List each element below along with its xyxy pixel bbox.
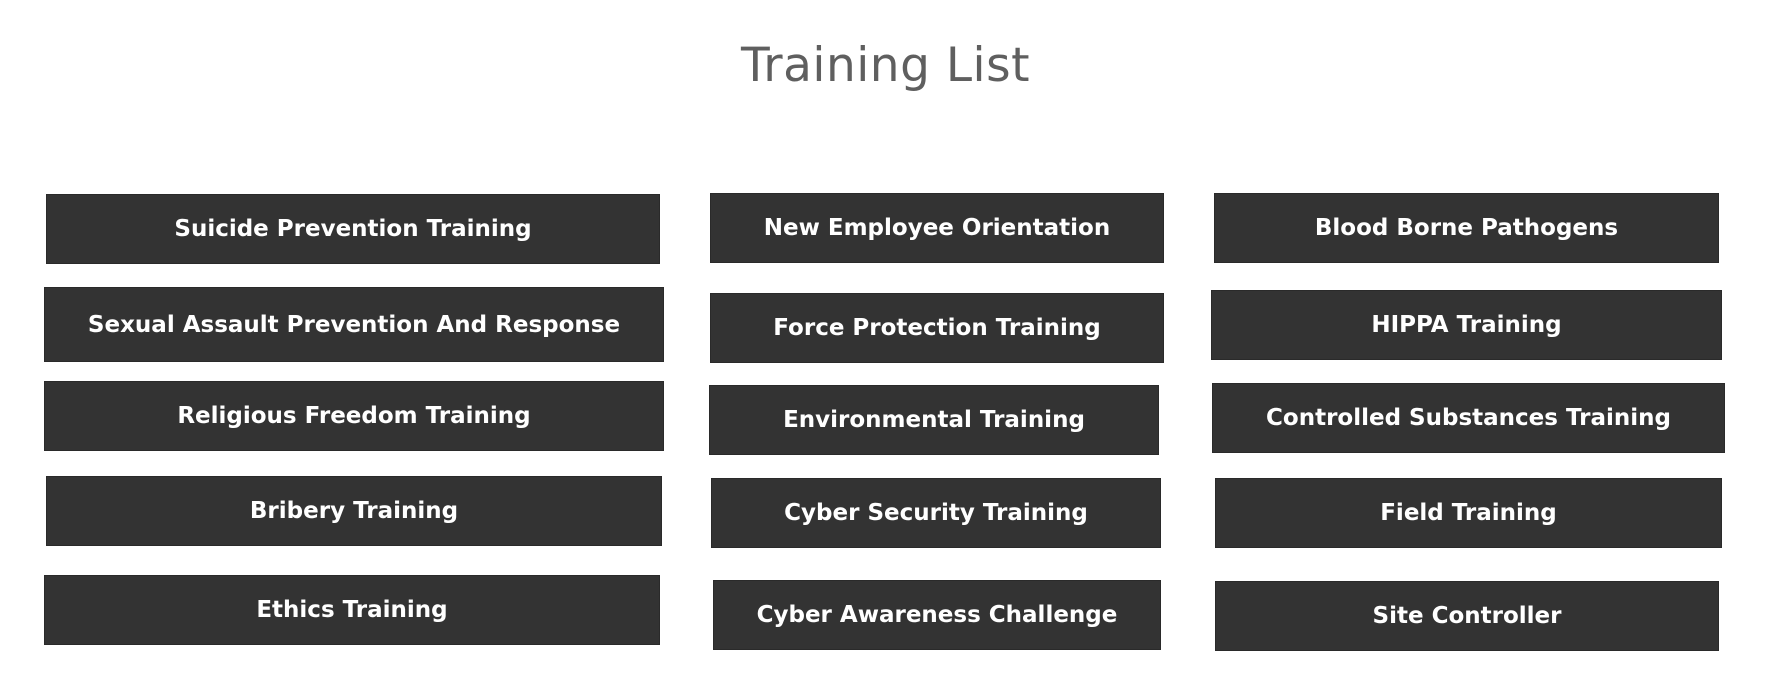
force-protection-training-button[interactable]: Force Protection Training — [711, 294, 1163, 362]
page-title: Training List — [740, 38, 1031, 93]
button-label: Environmental Training — [783, 407, 1085, 433]
religious-freedom-training-button[interactable]: Religious Freedom Training — [45, 382, 663, 450]
hippa-training-button[interactable]: HIPPA Training — [1212, 291, 1721, 359]
button-label: Cyber Security Training — [784, 500, 1088, 526]
site-controller-button[interactable]: Site Controller — [1216, 582, 1718, 650]
button-label: Cyber Awareness Challenge — [756, 602, 1118, 628]
button-label: Force Protection Training — [773, 315, 1101, 341]
cyber-security-training-button[interactable]: Cyber Security Training — [712, 479, 1160, 547]
button-label: New Employee Orientation — [763, 215, 1111, 241]
button-label: Field Training — [1380, 500, 1557, 526]
cyber-awareness-challenge-button[interactable]: Cyber Awareness Challenge — [714, 581, 1160, 649]
button-label: Ethics Training — [256, 597, 448, 623]
sexual-assault-prevention-button[interactable]: Sexual Assault Prevention And Response — [45, 288, 663, 361]
controlled-substances-training-button[interactable]: Controlled Substances Training — [1213, 384, 1724, 452]
new-employee-orientation-button[interactable]: New Employee Orientation — [711, 194, 1163, 262]
environmental-training-button[interactable]: Environmental Training — [710, 386, 1158, 454]
button-label: Religious Freedom Training — [177, 403, 531, 429]
button-label: Bribery Training — [249, 498, 459, 524]
button-label: Controlled Substances Training — [1266, 405, 1671, 431]
suicide-prevention-training-button[interactable]: Suicide Prevention Training — [47, 195, 659, 263]
ethics-training-button[interactable]: Ethics Training — [45, 576, 659, 644]
field-training-button[interactable]: Field Training — [1216, 479, 1721, 547]
button-label: Sexual Assault Prevention And Response — [87, 311, 621, 338]
bribery-training-button[interactable]: Bribery Training — [47, 477, 661, 545]
button-label: Blood Borne Pathogens — [1314, 215, 1619, 241]
button-label: HIPPA Training — [1371, 312, 1562, 338]
button-label: Suicide Prevention Training — [174, 216, 532, 242]
button-label: Site Controller — [1372, 603, 1562, 629]
blood-borne-pathogens-button[interactable]: Blood Borne Pathogens — [1215, 194, 1718, 262]
